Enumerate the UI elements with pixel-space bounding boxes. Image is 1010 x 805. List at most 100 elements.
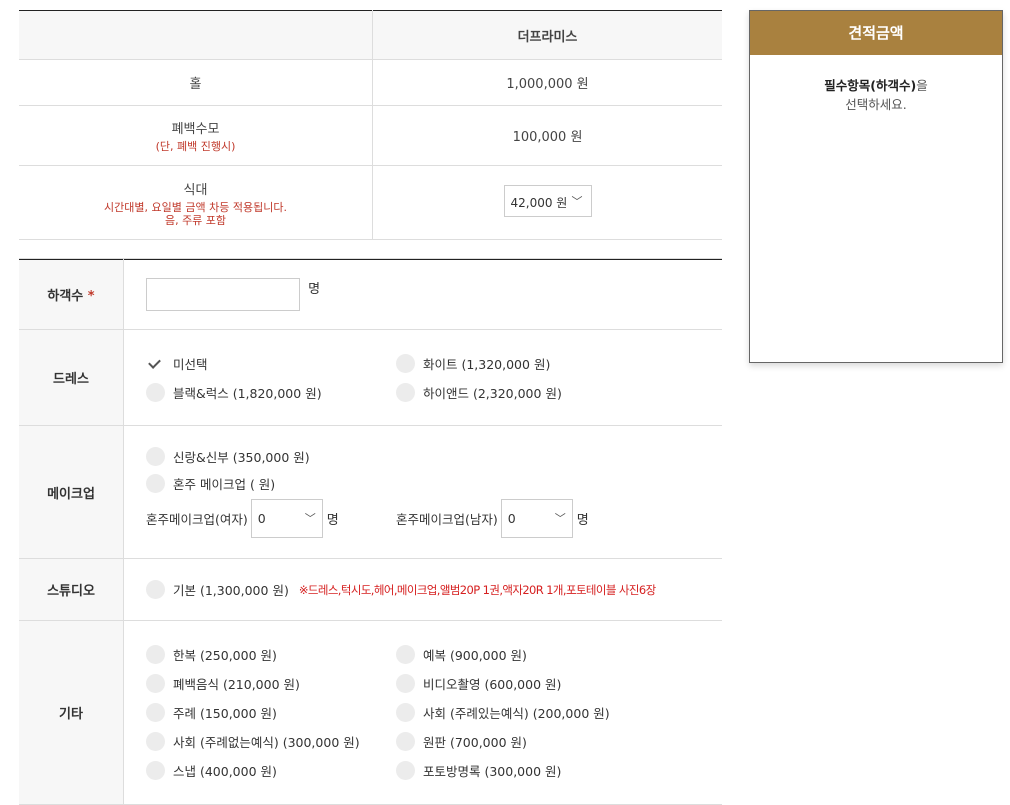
female-count-group: 혼주메이크업(여자) 0 ﹀ 명	[146, 498, 396, 538]
row-makeup: 메이크업 신랑&신부 (350,000 원) 혼주 메이크업 ( 원) 혼주메이…	[19, 425, 722, 559]
price-row-pyebaek: 폐백수모 (단, 폐백 진행시) 100,000 원	[19, 105, 722, 166]
option-label: 사회 (주례없는예식) (300,000 원)	[173, 735, 360, 750]
option-label: 블랙&럭스 (1,820,000 원)	[173, 385, 322, 401]
dress-option-highend[interactable]: 하이앤드 (2,320,000 원)	[396, 382, 656, 402]
option-label: 한복 (250,000 원)	[173, 648, 277, 663]
radio-circle-icon	[396, 703, 415, 722]
radio-circle-icon	[396, 382, 415, 402]
guest-cell: 명	[123, 259, 722, 330]
radio-circle-icon	[146, 732, 165, 751]
unit-label: 명	[576, 512, 589, 528]
table-gap	[19, 240, 722, 259]
option-label: 폐백음식 (210,000 원)	[173, 677, 300, 692]
radio-circle-icon	[146, 703, 165, 722]
option-label: 포토방명록 (300,000 원)	[423, 764, 562, 779]
option-label: 원판 (700,000 원)	[423, 735, 527, 750]
makeup-option-couple[interactable]: 신랑&신부 (350,000 원)	[146, 446, 722, 466]
studio-option-basic[interactable]: 기본 (1,300,000 원) ※드레스,턱시도,헤어,메이크업,앨범20P 1…	[146, 580, 722, 599]
price-row-label-cell: 식대 시간대별, 요일별 금액 차등 적용됩니다. 음, 주류 포함	[19, 165, 373, 240]
etc-option-officiant[interactable]: 주례 (150,000 원)	[146, 703, 396, 722]
price-row-meal: 식대 시간대별, 요일별 금액 차등 적용됩니다. 음, 주류 포함 42,00…	[19, 165, 722, 240]
dress-option-black-lux[interactable]: 블랙&럭스 (1,820,000 원)	[146, 382, 396, 402]
price-row-label-cell: 폐백수모 (단, 폐백 진행시)	[19, 105, 373, 166]
row-guest: 하객수 * 명	[19, 259, 722, 330]
price-row-value: 100,000 원	[372, 105, 722, 166]
row-header: 하객수 *	[19, 259, 124, 330]
radio-circle-icon	[396, 645, 415, 664]
meal-price-select[interactable]: 42,000 원 ﹀	[503, 184, 592, 217]
female-makeup-label: 혼주메이크업(여자)	[146, 511, 248, 527]
etc-option-video[interactable]: 비디오촬영 (600,000 원)	[396, 674, 656, 693]
radio-circle-icon	[396, 732, 415, 751]
option-label: 비디오촬영 (600,000 원)	[423, 677, 562, 692]
etc-option-yebok[interactable]: 예복 (900,000 원)	[396, 645, 656, 664]
radio-circle-icon	[146, 473, 165, 493]
etc-option-mc-with-officiant[interactable]: 사회 (주례있는예식) (200,000 원)	[396, 703, 656, 722]
chevron-down-icon: ﹀	[304, 511, 316, 525]
guest-unit: 명	[308, 282, 321, 297]
male-count-group: 혼주메이크업(남자) 0 ﹀ 명	[396, 498, 589, 538]
quote-panel: 견적금액 필수항목(하객수)을 선택하세요.	[749, 10, 1003, 363]
radio-circle-icon	[146, 674, 165, 693]
radio-circle-icon	[146, 382, 165, 402]
etc-option-photo-guestbook[interactable]: 포토방명록 (300,000 원)	[396, 761, 656, 780]
estimate-form: 더프라미스 홀 1,000,000 원 폐백수모 (단, 폐백 진행시) 100…	[19, 10, 722, 805]
option-label: 미선택	[173, 356, 208, 372]
row-header: 기타	[19, 620, 124, 805]
makeup-option-parents[interactable]: 혼주 메이크업 ( 원)	[146, 473, 722, 493]
price-row-value: 1,000,000 원	[372, 59, 722, 106]
chevron-down-icon: ﹀	[571, 194, 583, 208]
etc-option-pyebaek-food[interactable]: 폐백음식 (210,000 원)	[146, 674, 396, 693]
etc-option-hanbok[interactable]: 한복 (250,000 원)	[146, 645, 396, 664]
quote-title: 견적금액	[750, 11, 1002, 55]
row-studio: 스튜디오 기본 (1,300,000 원) ※드레스,턱시도,헤어,메이크업,앨범…	[19, 558, 722, 621]
studio-cell: 기본 (1,300,000 원) ※드레스,턱시도,헤어,메이크업,앨범20P 1…	[123, 558, 722, 621]
etc-cell: 한복 (250,000 원) 예복 (900,000 원) 폐백음식 (210,…	[123, 620, 722, 805]
row-etc: 기타 한복 (250,000 원) 예복 (900,000 원) 폐백음식 (2…	[19, 620, 722, 805]
quote-message: 필수항목(하객수)을 선택하세요.	[750, 55, 1002, 114]
price-row-hall: 홀 1,000,000 원	[19, 59, 722, 106]
option-label: 예복 (900,000 원)	[423, 648, 527, 663]
radio-circle-icon	[396, 761, 415, 780]
radio-circle-icon	[146, 761, 165, 780]
guest-count-input[interactable]	[146, 278, 300, 311]
quote-required-item: 필수항목(하객수)	[824, 78, 917, 93]
row-header: 메이크업	[19, 425, 124, 559]
price-row-value-cell: 42,000 원 ﹀	[372, 165, 722, 240]
required-mark: *	[87, 289, 95, 304]
etc-option-mc-without-officiant[interactable]: 사회 (주례없는예식) (300,000 원)	[146, 732, 396, 751]
option-label: 주례 (150,000 원)	[173, 706, 277, 721]
dress-cell: 미선택 화이트 (1,320,000 원) 블랙&럭스 (1,820,000 원…	[123, 329, 722, 426]
etc-option-group-photo[interactable]: 원판 (700,000 원)	[396, 732, 656, 751]
option-label: 기본 (1,300,000 원)	[173, 583, 289, 598]
radio-circle-icon	[146, 645, 165, 664]
venue-name: 더프라미스	[372, 10, 722, 60]
option-label: 화이트 (1,320,000 원)	[423, 356, 551, 372]
meal-price-value: 42,000 원	[510, 195, 568, 210]
guest-label: 하객수	[47, 289, 84, 304]
select-value: 0	[507, 510, 516, 526]
radio-circle-icon	[146, 446, 165, 466]
male-makeup-select[interactable]: 0 ﹀	[500, 498, 573, 538]
dress-option-none[interactable]: 미선택	[146, 354, 396, 373]
female-makeup-select[interactable]: 0 ﹀	[250, 498, 323, 538]
select-value: 0	[257, 510, 266, 526]
price-header-empty	[19, 10, 373, 60]
etc-options: 한복 (250,000 원) 예복 (900,000 원) 폐백음식 (210,…	[146, 645, 722, 780]
makeup-cell: 신랑&신부 (350,000 원) 혼주 메이크업 ( 원) 혼주메이크업(여자…	[123, 425, 722, 559]
check-icon	[146, 354, 165, 373]
price-row-label: 홀	[19, 59, 373, 106]
dress-option-white[interactable]: 화이트 (1,320,000 원)	[396, 353, 656, 373]
etc-option-snap[interactable]: 스냅 (400,000 원)	[146, 761, 396, 780]
price-row-sub2: 음, 주류 포함	[164, 213, 227, 227]
row-dress: 드레스 미선택 화이트 (1,320,000 원) 블랙&럭스 (1,820,0…	[19, 329, 722, 426]
row-header: 스튜디오	[19, 558, 124, 621]
parents-makeup-counts: 혼주메이크업(여자) 0 ﹀ 명 혼주메이크업(남자) 0 ﹀ 명	[146, 498, 722, 538]
dress-options: 미선택 화이트 (1,320,000 원) 블랙&럭스 (1,820,000 원…	[146, 353, 722, 402]
radio-circle-icon	[146, 580, 165, 599]
price-table: 더프라미스 홀 1,000,000 원 폐백수모 (단, 폐백 진행시) 100…	[19, 10, 722, 240]
option-label: 하이앤드 (2,320,000 원)	[423, 385, 562, 401]
unit-label: 명	[326, 512, 339, 528]
option-label: 사회 (주례있는예식) (200,000 원)	[423, 706, 610, 721]
option-label: 스냅 (400,000 원)	[173, 764, 277, 779]
